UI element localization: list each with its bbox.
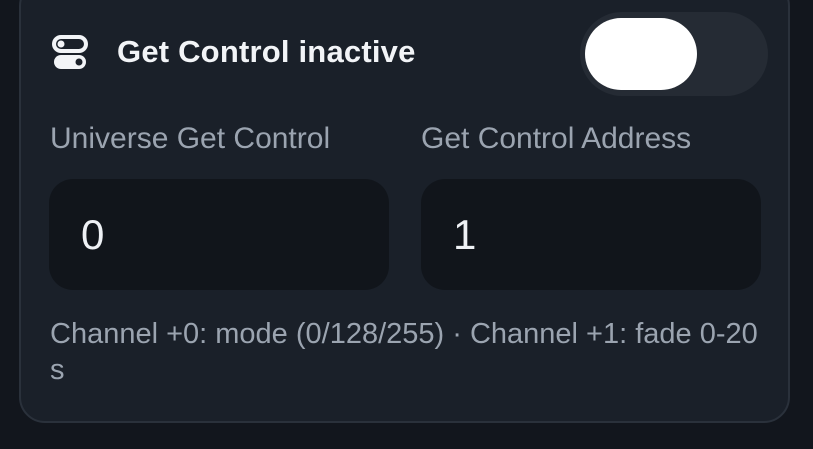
- toggle-icon: [51, 35, 89, 73]
- toggle-switch-knob: [585, 18, 697, 90]
- get-control-status-title: Get Control inactive: [117, 34, 416, 69]
- get-control-address-input[interactable]: [421, 179, 761, 290]
- universe-get-control-input[interactable]: [49, 179, 389, 290]
- get-control-toggle-switch[interactable]: [580, 12, 768, 96]
- get-control-address-label: Get Control Address: [421, 122, 692, 155]
- channel-hint-text: Channel +0: mode (0/128/255) · Channel +…: [50, 318, 758, 386]
- universe-get-control-label: Universe Get Control: [50, 122, 331, 155]
